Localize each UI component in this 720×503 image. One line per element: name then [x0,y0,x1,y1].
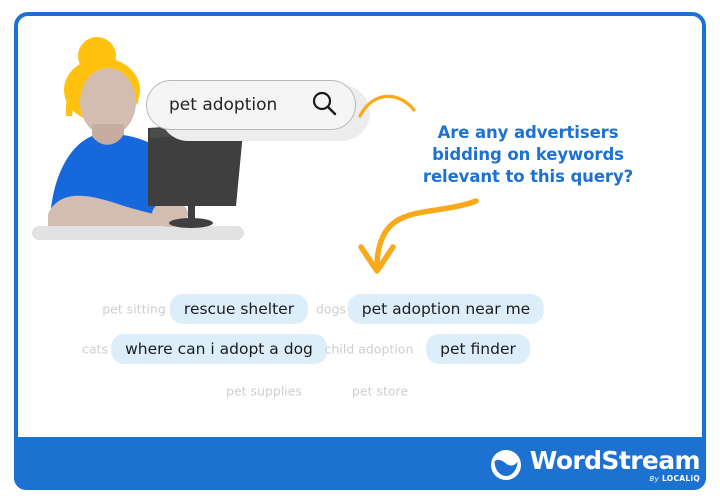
parent-brand-name: LOCALiQ [661,473,700,483]
callout-line-2: bidding on keywords [432,144,624,164]
search-query-text: pet adoption [169,95,278,115]
callout-line-3: relevant to this query? [422,166,634,186]
keyword-faded: child adoption [324,341,414,357]
keyword-cloud: pet sitting rescue shelter dogs pet adoptio… [60,290,650,410]
wordstream-logo-text: WordStream By LOCALiQ [529,445,701,483]
keyword-pill[interactable]: pet finder [426,334,530,364]
keyword-faded: cats [82,341,108,357]
monitor-stand-base [169,218,213,228]
keyword-faded: dogs [315,301,347,317]
wordstream-logo[interactable]: WordStream By LOCALiQ [490,445,701,485]
keyword-faded: pet supplies [226,383,302,399]
keyword-pill[interactable]: pet adoption near me [347,294,545,324]
search-bar[interactable]: pet adoption [146,80,356,130]
wordstream-swoosh-logo [490,450,521,480]
magnifier-icon[interactable] [311,90,337,121]
infographic-canvas: pet adoption Are any advertisers bidding… [0,0,720,503]
callout-line-1: Are any advertisers [437,123,619,142]
localiq-byline: By LOCALiQ [649,473,701,483]
keyword-pill[interactable]: where can i adopt a dog [111,334,327,364]
desk-surface [32,226,244,240]
wordstream-wordmark: WordStream [529,445,701,475]
keyword-faded: pet sitting [102,301,166,317]
callout-question: Are any advertisers bidding on keywords … [378,122,678,188]
keyword-pill[interactable]: rescue shelter [169,294,309,324]
keyword-faded: pet store [351,383,409,399]
byline-prefix: By [649,474,660,483]
